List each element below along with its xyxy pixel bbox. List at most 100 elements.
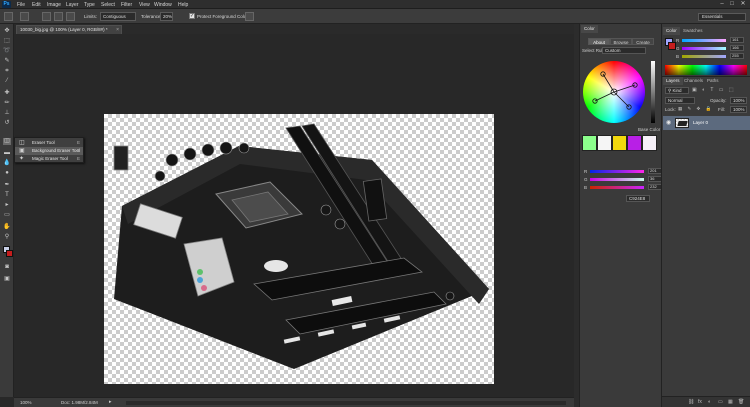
theme-swatch-2[interactable] (597, 135, 612, 151)
rgb-slider-r[interactable]: R 201 (584, 168, 664, 175)
document-tab[interactable]: 10030_big.jpg @ 100% (Layer 0, RGB/8#) *… (16, 25, 122, 34)
subtab-create[interactable]: Create (632, 38, 654, 45)
menu-window[interactable]: Window (154, 2, 172, 8)
eyedropper-tool-icon[interactable]: ⁄ (3, 78, 11, 85)
color-g-value[interactable]: 166 (730, 45, 744, 51)
limits-select[interactable]: Contiguous (100, 12, 136, 21)
history-brush-tool-icon[interactable]: ↺ (3, 120, 11, 127)
healing-brush-tool-icon[interactable]: ✚ (3, 90, 11, 97)
screen-mode-icon[interactable]: ▣ (3, 276, 11, 283)
tool-preset-icon[interactable] (4, 12, 13, 21)
zoom-level[interactable]: 100% (20, 400, 32, 405)
close-window-button[interactable]: ✕ (739, 1, 747, 8)
theme-swatch-3[interactable] (612, 135, 627, 151)
marquee-tool-icon[interactable]: ⬚ (3, 38, 11, 45)
horizontal-scrollbar[interactable] (126, 401, 566, 405)
menu-select[interactable]: Select (101, 2, 115, 8)
layer-row[interactable]: ◉ Layer 0 (663, 116, 750, 130)
brightness-slider[interactable] (651, 61, 655, 123)
menu-filter[interactable]: Filter (121, 2, 132, 8)
pen-tool-icon[interactable]: ✒ (3, 182, 11, 189)
menu-edit[interactable]: Edit (32, 2, 41, 8)
menu-layer[interactable]: Layer (66, 2, 79, 8)
tab-color[interactable]: Color (663, 27, 680, 35)
trash-icon[interactable]: 🗑 (738, 399, 744, 405)
fx-icon[interactable]: fx (698, 399, 702, 405)
layer-name[interactable]: Layer 0 (693, 120, 708, 125)
lock-icons[interactable]: ▦ ✎ ✥ 🔒 (678, 106, 713, 112)
sampling-continuous-icon[interactable] (42, 12, 51, 21)
brush-size-icon[interactable] (20, 12, 29, 21)
theme-swatch-1[interactable] (582, 135, 597, 151)
lasso-tool-icon[interactable]: ➰ (3, 48, 11, 55)
select-rule-dropdown[interactable]: Custom (602, 47, 646, 54)
color-wheel[interactable] (583, 61, 645, 123)
subtab-browse[interactable]: Browse (610, 38, 632, 45)
link-layers-icon[interactable]: ⛓ (688, 399, 694, 405)
sampling-background-swatch-icon[interactable] (66, 12, 75, 21)
menu-file[interactable]: File (17, 2, 25, 8)
workspace-select[interactable]: Essentials (698, 13, 746, 21)
layer-mask-icon[interactable]: ▭ (718, 399, 723, 405)
tab-channels[interactable]: Channels (681, 77, 706, 85)
slider-r-value[interactable]: 201 (648, 168, 662, 174)
menu-type[interactable]: Type (84, 2, 95, 8)
path-select-tool-icon[interactable]: ▸ (3, 202, 11, 209)
opacity-field[interactable]: 100% (730, 97, 747, 104)
slider-b-value[interactable]: 232 (648, 184, 662, 190)
zoom-tool-icon[interactable]: ⚲ (3, 234, 11, 241)
pressure-size-icon[interactable] (245, 12, 254, 21)
flyout-background-eraser-tool[interactable]: ▣ Background Eraser Tool E (15, 147, 83, 155)
sampling-once-icon[interactable] (54, 12, 63, 21)
menu-image[interactable]: Image (47, 2, 61, 8)
quick-select-tool-icon[interactable]: ✎ (3, 58, 11, 65)
color-r-slider[interactable]: R 161 (676, 37, 748, 44)
menu-help[interactable]: Help (178, 2, 188, 8)
background-color-swatch[interactable] (6, 250, 13, 257)
flyout-magic-eraser-tool[interactable]: ✦ Magic Eraser Tool E (15, 155, 83, 163)
eraser-tool-icon[interactable]: ◫ (3, 138, 11, 145)
shape-tool-icon[interactable]: ▭ (3, 212, 11, 219)
visibility-eye-icon[interactable]: ◉ (666, 119, 671, 126)
theme-swatch-4[interactable] (627, 135, 642, 151)
layer-filter-icons[interactable]: ▣ ◐ T ▭ ⬚ (692, 87, 746, 94)
dodge-tool-icon[interactable]: ● (3, 170, 11, 177)
crop-tool-icon[interactable]: ⌗ (3, 68, 11, 75)
protect-foreground-checkbox[interactable]: ✓ (189, 13, 195, 19)
color-spectrum-ramp[interactable] (665, 65, 747, 75)
blend-mode-select[interactable]: Normal (665, 97, 695, 104)
fill-field[interactable]: 100% (730, 106, 747, 113)
slider-g-value[interactable]: 36 (648, 176, 662, 182)
clone-stamp-tool-icon[interactable]: ⊥ (3, 110, 11, 117)
color-b-slider[interactable]: B 255 (676, 53, 748, 60)
hex-field[interactable]: C924E8 (626, 195, 650, 202)
new-layer-icon[interactable]: ▦ (728, 399, 733, 405)
panel-background-swatch[interactable] (668, 42, 676, 50)
rgb-slider-g[interactable]: G 36 (584, 176, 664, 183)
blur-tool-icon[interactable]: 💧 (3, 160, 11, 167)
brush-tool-icon[interactable]: ✏ (3, 100, 11, 107)
move-tool-icon[interactable]: ✥ (3, 28, 11, 35)
type-tool-icon[interactable]: T (3, 192, 11, 199)
tab-layers[interactable]: Layers (663, 77, 683, 85)
tab-swatches[interactable]: Swatches (680, 27, 706, 35)
close-document-icon[interactable]: × (116, 26, 119, 34)
subtab-about[interactable]: About (588, 38, 610, 45)
layer-filter-kind[interactable]: ⚲ Kind (665, 87, 689, 94)
color-g-slider[interactable]: G 166 (676, 45, 748, 52)
rgb-slider-b[interactable]: B 232 (584, 184, 664, 191)
hand-tool-icon[interactable]: ✋ (3, 224, 11, 231)
minimize-button[interactable]: – (718, 1, 726, 8)
quick-mask-icon[interactable]: ◙ (3, 264, 11, 271)
status-menu-arrow-icon[interactable]: ▸ (109, 399, 112, 405)
tab-paths[interactable]: Paths (704, 77, 722, 85)
theme-swatch-5[interactable] (642, 135, 657, 151)
tab-color-panel[interactable]: Color (581, 25, 598, 33)
tolerance-field[interactable]: 20% (160, 12, 173, 21)
menu-view[interactable]: View (139, 2, 150, 8)
flyout-eraser-tool[interactable]: ◫ Eraser Tool E (15, 139, 83, 147)
maximize-button[interactable]: □ (728, 1, 736, 8)
adjustment-layer-icon[interactable]: ◐ (708, 399, 711, 405)
document-canvas[interactable] (104, 114, 494, 384)
color-b-value[interactable]: 255 (730, 53, 744, 59)
